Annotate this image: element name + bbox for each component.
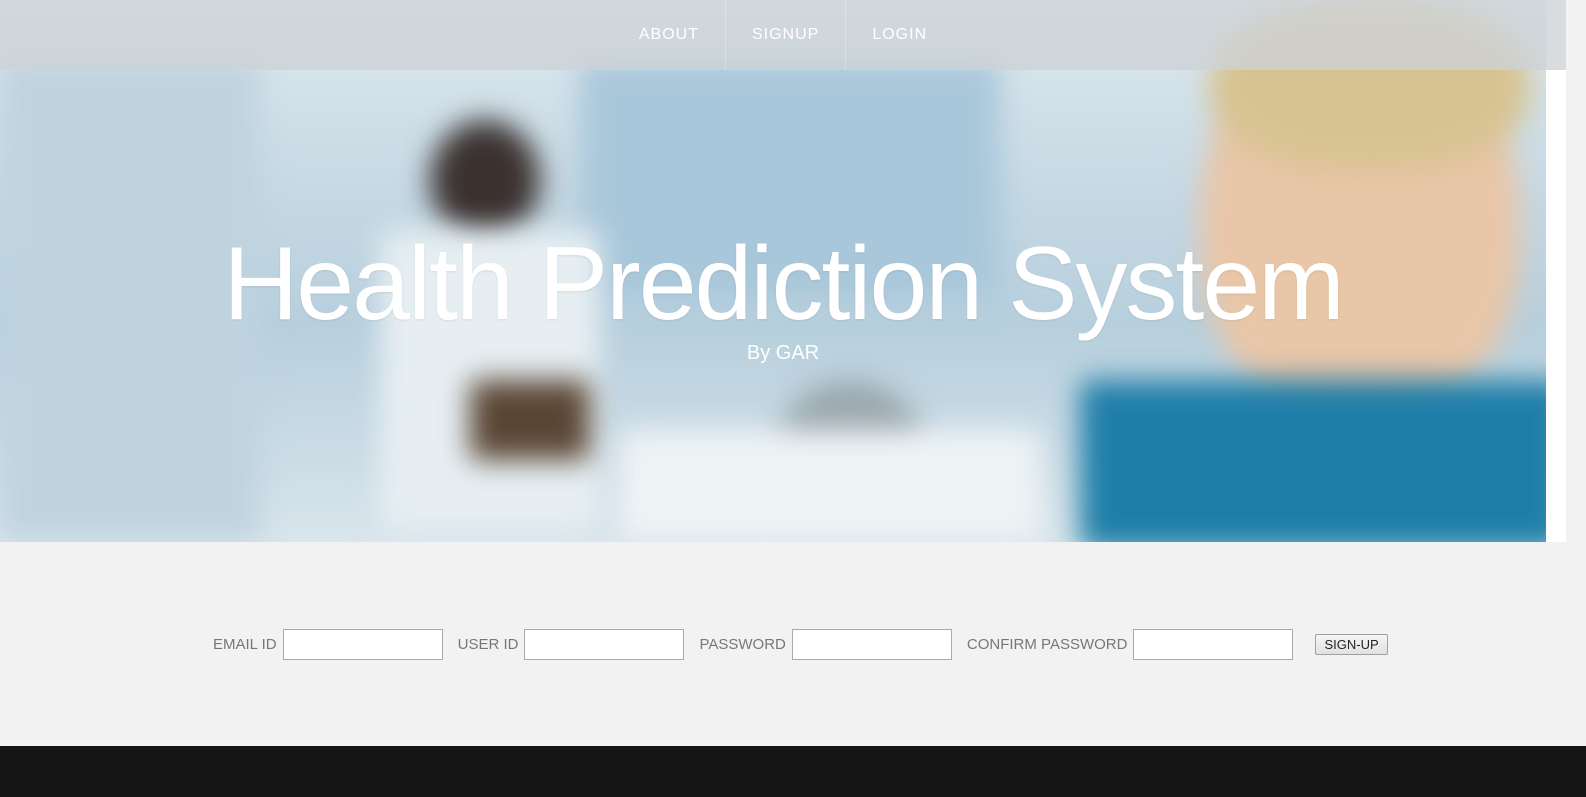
top-navbar: ABOUT SIGNUP LOGIN (0, 0, 1566, 70)
password-label: PASSWORD (699, 635, 786, 653)
footer (0, 746, 1586, 797)
nav-item-signup[interactable]: SIGNUP (726, 0, 847, 70)
password-field[interactable] (791, 628, 952, 660)
signup-section: EMAIL ID USER ID PASSWORD CONFIRM PASSWO… (0, 542, 1586, 746)
user-id-field[interactable] (524, 628, 685, 660)
hero-banner: ABOUT SIGNUP LOGIN Health Prediction Sys… (0, 0, 1566, 542)
email-label: EMAIL ID (213, 635, 277, 653)
signup-form: EMAIL ID USER ID PASSWORD CONFIRM PASSWO… (213, 628, 1388, 660)
email-field[interactable] (282, 628, 443, 660)
confirm-password-field[interactable] (1133, 628, 1294, 660)
sign-up-button[interactable]: SIGN-UP (1315, 633, 1388, 655)
user-id-label: USER ID (457, 635, 519, 653)
confirm-password-label: CONFIRM PASSWORD (966, 635, 1128, 653)
hero-title: Health Prediction System (223, 226, 1345, 342)
hero-subtitle: By GAR (746, 342, 820, 364)
nav-item-about[interactable]: ABOUT (613, 0, 726, 70)
nav-item-login[interactable]: LOGIN (846, 0, 953, 70)
